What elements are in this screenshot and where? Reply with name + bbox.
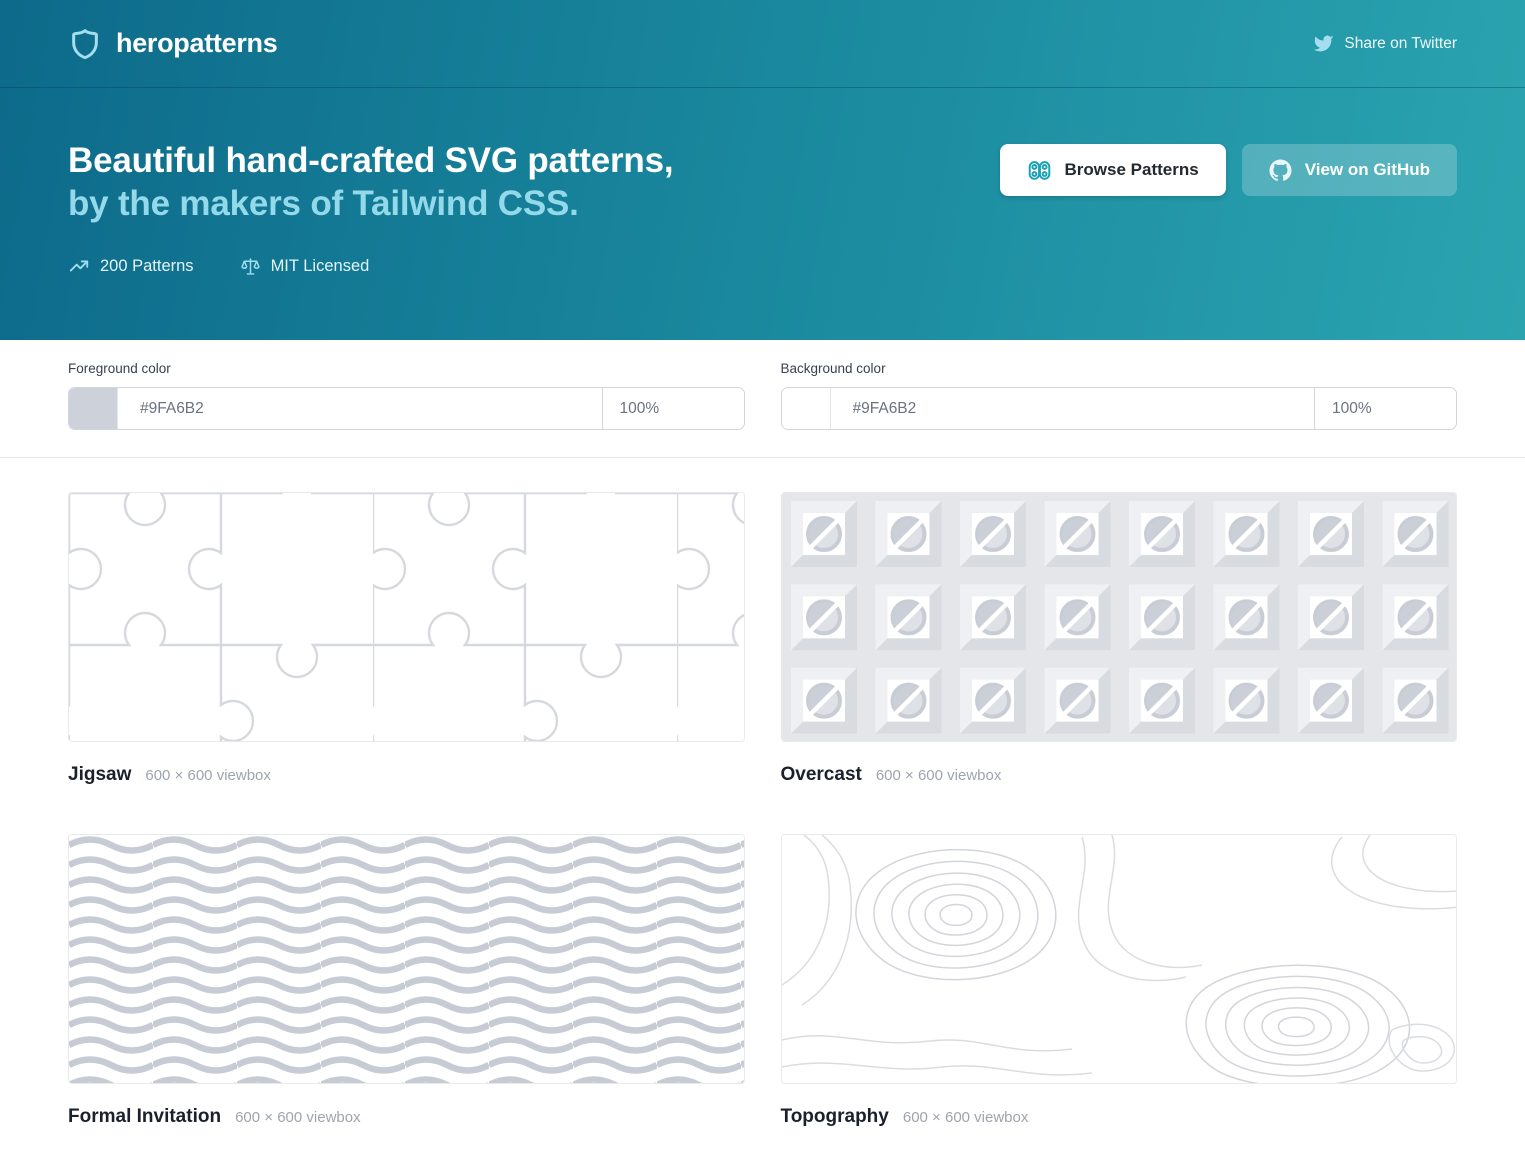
twitter-icon [1313, 33, 1334, 54]
github-icon [1269, 159, 1292, 182]
foreground-hex-input[interactable] [118, 388, 602, 429]
pattern-viewbox: 600 × 600 viewbox [903, 1109, 1029, 1126]
patterns-count-label: 200 Patterns [100, 257, 194, 276]
brand-name: heropatterns [116, 28, 277, 59]
pattern-name: Topography [781, 1106, 889, 1128]
pattern-viewbox: 600 × 600 viewbox [876, 767, 1002, 784]
background-color-swatch[interactable] [782, 388, 831, 429]
pattern-viewbox: 600 × 600 viewbox [145, 767, 271, 784]
title-line-2: by the makers of Tailwind CSS. [68, 184, 579, 223]
pattern-viewbox: 600 × 600 viewbox [235, 1109, 361, 1126]
pattern-preview-formal-invitation[interactable] [68, 834, 745, 1084]
background-color-control: Background color [781, 361, 1458, 430]
pattern-cell-formal-invitation: Formal Invitation 600 × 600 viewbox [68, 834, 745, 1128]
pattern-caption-topography: Topography 600 × 600 viewbox [781, 1106, 1458, 1128]
pattern-caption-overcast: Overcast 600 × 600 viewbox [781, 764, 1458, 786]
view-on-github-button[interactable]: View on GitHub [1242, 144, 1457, 196]
background-color-label: Background color [781, 361, 1458, 376]
pattern-preview-jigsaw[interactable] [68, 492, 745, 742]
patterns-count-badge: 200 Patterns [68, 255, 194, 277]
hero-body: Beautiful hand-crafted SVG patterns, by … [0, 88, 1525, 277]
background-opacity-input[interactable] [1315, 400, 1456, 418]
share-label: Share on Twitter [1344, 35, 1457, 53]
foreground-opacity-cell [602, 388, 744, 429]
pattern-caption-jigsaw: Jigsaw 600 × 600 viewbox [68, 764, 745, 786]
pattern-cell-overcast: Overcast 600 × 600 viewbox [781, 492, 1458, 786]
browse-patterns-label: Browse Patterns [1065, 160, 1199, 180]
foreground-color-group [68, 387, 745, 430]
pattern-name: Formal Invitation [68, 1106, 221, 1128]
hero-actions: Browse Patterns View on GitHub [1000, 144, 1457, 196]
foreground-color-control: Foreground color [68, 361, 745, 430]
pattern-name: Overcast [781, 764, 862, 786]
browse-patterns-button[interactable]: Browse Patterns [1000, 144, 1226, 196]
color-controls: Foreground color Background color [0, 340, 1525, 458]
shield-logo-icon [68, 27, 102, 61]
trending-up-icon [68, 255, 90, 277]
hero-section: heropatterns Share on Twitter Beautiful … [0, 0, 1525, 340]
brand-link[interactable]: heropatterns [68, 27, 277, 61]
pattern-cell-topography: Topography 600 × 600 viewbox [781, 834, 1458, 1128]
share-on-twitter-link[interactable]: Share on Twitter [1313, 33, 1457, 54]
scales-icon [240, 256, 261, 277]
license-label: MIT Licensed [271, 257, 370, 276]
pattern-grid: Jigsaw 600 × 600 viewbox [0, 458, 1525, 1168]
background-hex-input[interactable] [831, 388, 1315, 429]
hero-text-block: Beautiful hand-crafted SVG patterns, by … [68, 140, 673, 277]
pattern-caption-formal-invitation: Formal Invitation 600 × 600 viewbox [68, 1106, 745, 1128]
patterns-icon [1027, 158, 1052, 183]
pattern-name: Jigsaw [68, 764, 131, 786]
foreground-color-label: Foreground color [68, 361, 745, 376]
view-on-github-label: View on GitHub [1305, 160, 1430, 180]
pattern-cell-jigsaw: Jigsaw 600 × 600 viewbox [68, 492, 745, 786]
navbar: heropatterns Share on Twitter [0, 0, 1525, 88]
background-color-group [781, 387, 1458, 430]
license-badge: MIT Licensed [240, 255, 370, 277]
background-opacity-cell [1314, 388, 1456, 429]
page-title: Beautiful hand-crafted SVG patterns, by … [68, 140, 673, 225]
hero-meta: 200 Patterns MIT Licensed [68, 255, 673, 277]
title-line-1: Beautiful hand-crafted SVG patterns, [68, 141, 673, 180]
foreground-opacity-input[interactable] [603, 400, 744, 418]
foreground-color-swatch[interactable] [69, 388, 118, 429]
pattern-preview-topography[interactable] [781, 834, 1458, 1084]
pattern-preview-overcast[interactable] [781, 492, 1458, 742]
